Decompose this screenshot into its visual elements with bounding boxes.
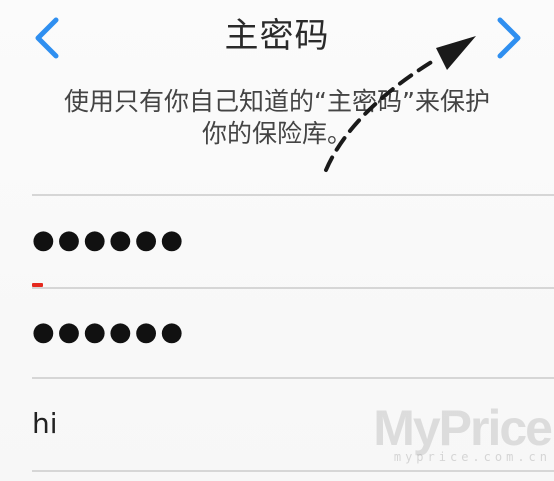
password-hint-value: hi: [32, 406, 58, 440]
instruction-line-1: 使用只有你自己知道的“主密码”来保护: [64, 87, 490, 116]
divider: [32, 377, 554, 379]
instruction-line-2: 你的保险库。: [201, 119, 352, 148]
confirm-password-field[interactable]: ●●●●●●: [32, 292, 554, 372]
confirm-password-value: ●●●●●●: [32, 317, 187, 347]
chevron-right-icon: [497, 17, 521, 59]
master-password-field[interactable]: ●●●●●●: [32, 200, 554, 280]
navigation-bar: 主密码: [0, 0, 554, 78]
divider: [32, 287, 554, 289]
screen: 主密码 使用只有你自己知道的“主密码”来保护 你的保险库。 ●●●●●● ●●●…: [0, 0, 554, 481]
instruction-text: 使用只有你自己知道的“主密码”来保护 你的保险库。: [30, 86, 524, 150]
divider: [32, 470, 554, 472]
divider: [32, 194, 554, 196]
page-title: 主密码: [224, 16, 330, 56]
next-button[interactable]: [486, 12, 534, 64]
password-hint-field[interactable]: hi: [32, 383, 554, 463]
master-password-value: ●●●●●●: [32, 225, 187, 255]
